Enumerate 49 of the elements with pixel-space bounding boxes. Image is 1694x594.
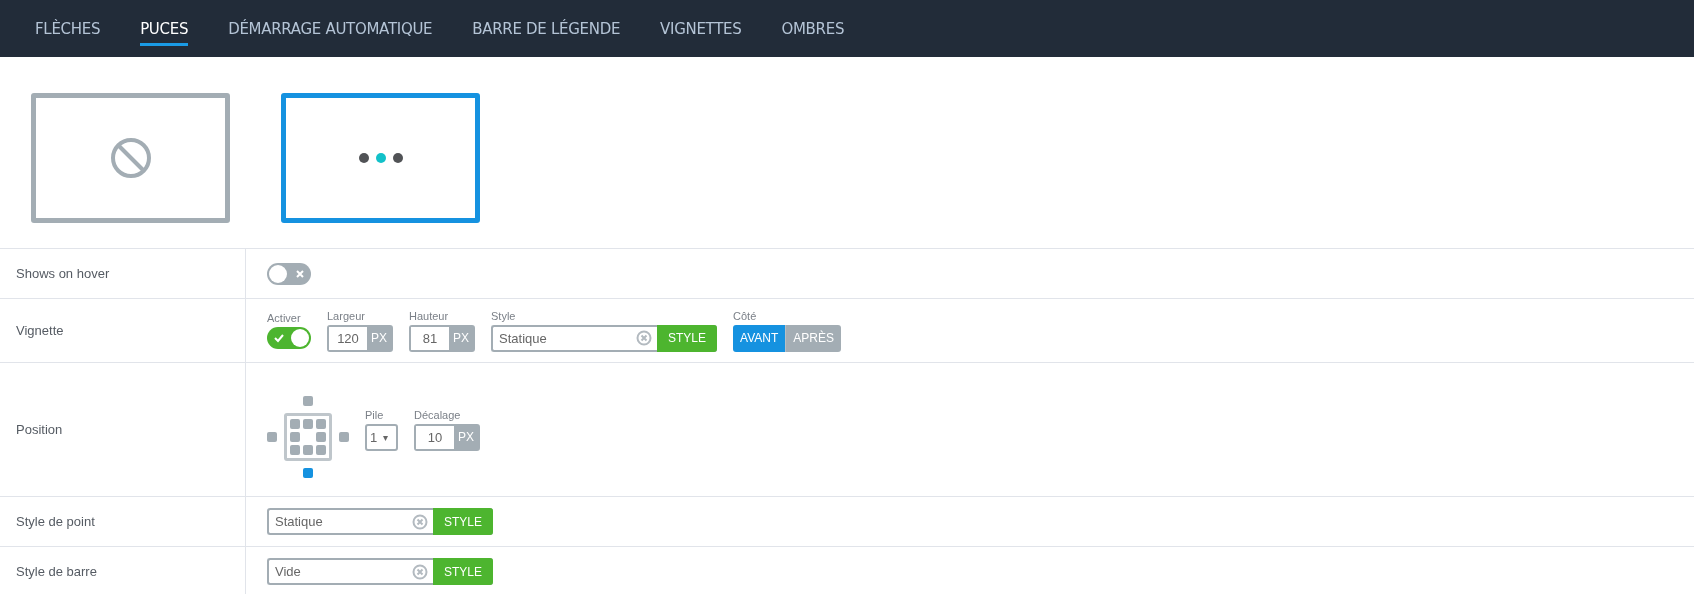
style-field[interactable]: Statique STYLE [491,324,718,352]
stack-select[interactable]: 1 ▾ [365,423,398,451]
clear-icon[interactable] [412,513,428,530]
field-label: Activer [267,312,302,324]
clear-icon[interactable] [636,330,653,346]
nav-tab[interactable]: BARRE DE LÉGENDE [472,0,621,57]
prohibited-icon [109,137,152,179]
position-handle[interactable] [303,395,313,406]
field-label: Côté [733,309,758,322]
position-handle[interactable] [303,467,313,478]
field-label: Hauteur [409,309,450,322]
position-handle[interactable] [316,418,326,429]
bullet-style-option[interactable] [31,93,230,223]
close-icon [295,268,305,279]
field-label: Décalage [414,408,462,421]
position-handle[interactable] [290,431,300,442]
position-handle[interactable] [290,418,300,429]
number-field[interactable]: 120 PX [327,324,393,352]
side-option[interactable]: AVANT [733,324,786,352]
field-label: Largeur [327,309,366,322]
toggle-switch[interactable] [267,327,311,349]
dots-icon [358,152,403,164]
toggle-switch[interactable] [267,262,311,285]
nav-tab[interactable]: FLÈCHES [35,0,101,57]
style-field[interactable]: Vide STYLE [267,558,493,585]
row-label: Position [16,422,63,437]
row-label: Style de barre [16,564,97,579]
bullet-style-option[interactable] [281,93,480,223]
check-icon [274,333,284,343]
style-field[interactable]: Statique STYLE [267,508,493,535]
row-label: Style de point [16,514,95,529]
clear-icon[interactable] [412,563,428,580]
nav-tab[interactable]: DÉMARRAGE AUTOMATIQUE [228,0,433,57]
nav-tab[interactable]: OMBRES [781,0,845,57]
position-handle[interactable] [303,444,313,455]
number-field[interactable]: 10 PX [414,423,480,451]
position-handle[interactable] [267,431,277,442]
position-handle[interactable] [316,431,326,442]
row-label: Shows on hover [16,266,110,281]
position-handle[interactable] [303,418,313,429]
number-field[interactable]: 81 PX [409,324,476,352]
position-handle[interactable] [339,431,349,442]
field-label: Style [491,309,517,322]
row-label: Vignette [16,323,64,338]
position-handle[interactable] [316,444,326,455]
position-handle[interactable] [290,444,300,455]
nav-tab[interactable]: PUCES [140,0,189,57]
field-label: Pile [365,408,385,421]
nav-tab[interactable]: VIGNETTES [660,0,742,57]
